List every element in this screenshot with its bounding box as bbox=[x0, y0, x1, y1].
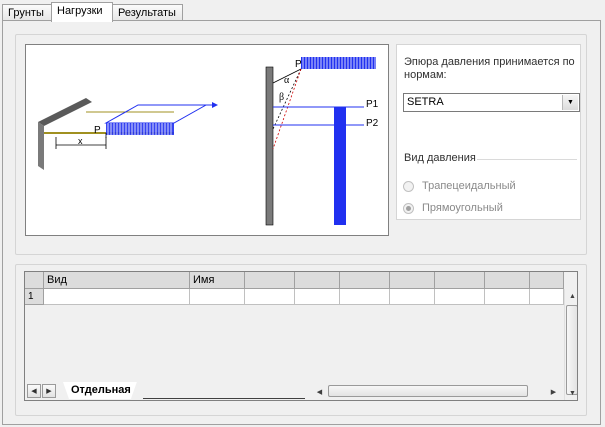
vertical-scroll-thumb[interactable] bbox=[566, 305, 577, 395]
scroll-up-icon[interactable]: ▲ bbox=[565, 289, 577, 304]
sheet-prev-icon[interactable]: ◀ bbox=[27, 384, 41, 398]
diagram-group: x P P α β P1 P2 Эпюра давления принимает… bbox=[15, 34, 587, 255]
radio-trapezoid-dot[interactable] bbox=[403, 181, 414, 192]
sheet-underline bbox=[143, 398, 305, 399]
row-number[interactable]: 1 bbox=[25, 289, 44, 305]
grid-header-type[interactable]: Вид bbox=[44, 272, 190, 289]
loads-grid-group: Вид Имя 1 ▲ ▼ ◀ ▶ Отдельная ◀ ▶ bbox=[15, 264, 587, 416]
load-diagram: x P P α β P1 P2 bbox=[38, 57, 379, 226]
chevron-down-icon[interactable]: ▼ bbox=[562, 95, 578, 110]
grid-header-col[interactable] bbox=[295, 272, 340, 289]
pressure-diagram-rect bbox=[334, 107, 346, 225]
vertical-scrollbar[interactable]: ▲ ▼ bbox=[564, 289, 577, 400]
norm-select[interactable]: SETRA ▼ bbox=[403, 93, 580, 112]
grid-header-col[interactable] bbox=[485, 272, 530, 289]
scroll-left-icon[interactable]: ◀ bbox=[312, 384, 327, 399]
radio-trapezoid-label: Трапецеидальный bbox=[422, 180, 516, 192]
grid-header-name[interactable]: Имя bbox=[190, 272, 245, 289]
tab-soils[interactable]: Грунты bbox=[2, 4, 52, 21]
tab-results[interactable]: Результаты bbox=[112, 4, 183, 21]
grid-header-col[interactable] bbox=[390, 272, 435, 289]
grid-cell-type[interactable] bbox=[44, 289, 190, 305]
angle-beta-label: β bbox=[279, 92, 284, 103]
horizontal-scrollbar[interactable]: ◀ ▶ bbox=[312, 384, 562, 399]
loads-tab-page: x P P α β P1 P2 Эпюра давления принимает… bbox=[2, 20, 601, 425]
grid-cell-name[interactable] bbox=[190, 289, 245, 305]
sheet-next-icon[interactable]: ▶ bbox=[42, 384, 56, 398]
sheet-tab-single[interactable]: Отдельная bbox=[63, 382, 137, 399]
wall-right bbox=[265, 66, 274, 226]
grid-header-col[interactable] bbox=[245, 272, 295, 289]
radio-rectangular-label: Прямоугольный bbox=[422, 202, 503, 214]
group-divider bbox=[477, 159, 577, 160]
grid-cell[interactable] bbox=[390, 289, 435, 305]
radio-trapezoid[interactable]: Трапецеидальный bbox=[403, 180, 563, 194]
grid-header-col[interactable] bbox=[435, 272, 485, 289]
load-p-top-label: P bbox=[295, 59, 302, 70]
load-block-left bbox=[106, 123, 174, 135]
pressure-norm-label: Эпюра давления принимается по нормам: bbox=[404, 56, 575, 81]
grid-cell[interactable] bbox=[435, 289, 485, 305]
loads-grid[interactable]: Вид Имя 1 ▲ ▼ ◀ ▶ Отдельная ◀ ▶ bbox=[24, 271, 578, 401]
p2-label: P2 bbox=[366, 118, 379, 129]
grid-cell[interactable] bbox=[530, 289, 564, 305]
load-surface-left bbox=[104, 104, 208, 124]
grid-header-col[interactable] bbox=[340, 272, 390, 289]
pressure-settings-panel: Эпюра давления принимается по нормам: SE… bbox=[396, 44, 581, 220]
norm-select-value: SETRA bbox=[407, 96, 444, 108]
grid-cell[interactable] bbox=[295, 289, 340, 305]
scroll-right-icon[interactable]: ▶ bbox=[546, 384, 561, 399]
grid-corner bbox=[25, 272, 44, 289]
radio-rectangular-dot[interactable] bbox=[403, 203, 414, 214]
dimension-x-label: x bbox=[78, 136, 83, 146]
pressure-type-label: Вид давления bbox=[404, 152, 476, 164]
angle-alpha-label: α bbox=[284, 75, 290, 86]
grid-cell[interactable] bbox=[485, 289, 530, 305]
grid-header-col[interactable] bbox=[530, 272, 564, 289]
wall-left bbox=[38, 122, 44, 170]
horizontal-scroll-thumb[interactable] bbox=[328, 385, 528, 397]
p1-label: P1 bbox=[366, 99, 379, 110]
tab-loads[interactable]: Нагрузки bbox=[51, 2, 113, 22]
cantilever-top-face bbox=[38, 98, 92, 126]
load-p-left-label: P bbox=[94, 125, 101, 136]
grid-cell[interactable] bbox=[245, 289, 295, 305]
arrow-right-icon bbox=[212, 102, 218, 108]
radio-rectangular[interactable]: Прямоугольный bbox=[403, 202, 563, 216]
load-diagram-canvas: x P P α β P1 P2 bbox=[25, 44, 389, 236]
scroll-down-icon[interactable]: ▼ bbox=[565, 386, 577, 400]
grid-cell[interactable] bbox=[340, 289, 390, 305]
